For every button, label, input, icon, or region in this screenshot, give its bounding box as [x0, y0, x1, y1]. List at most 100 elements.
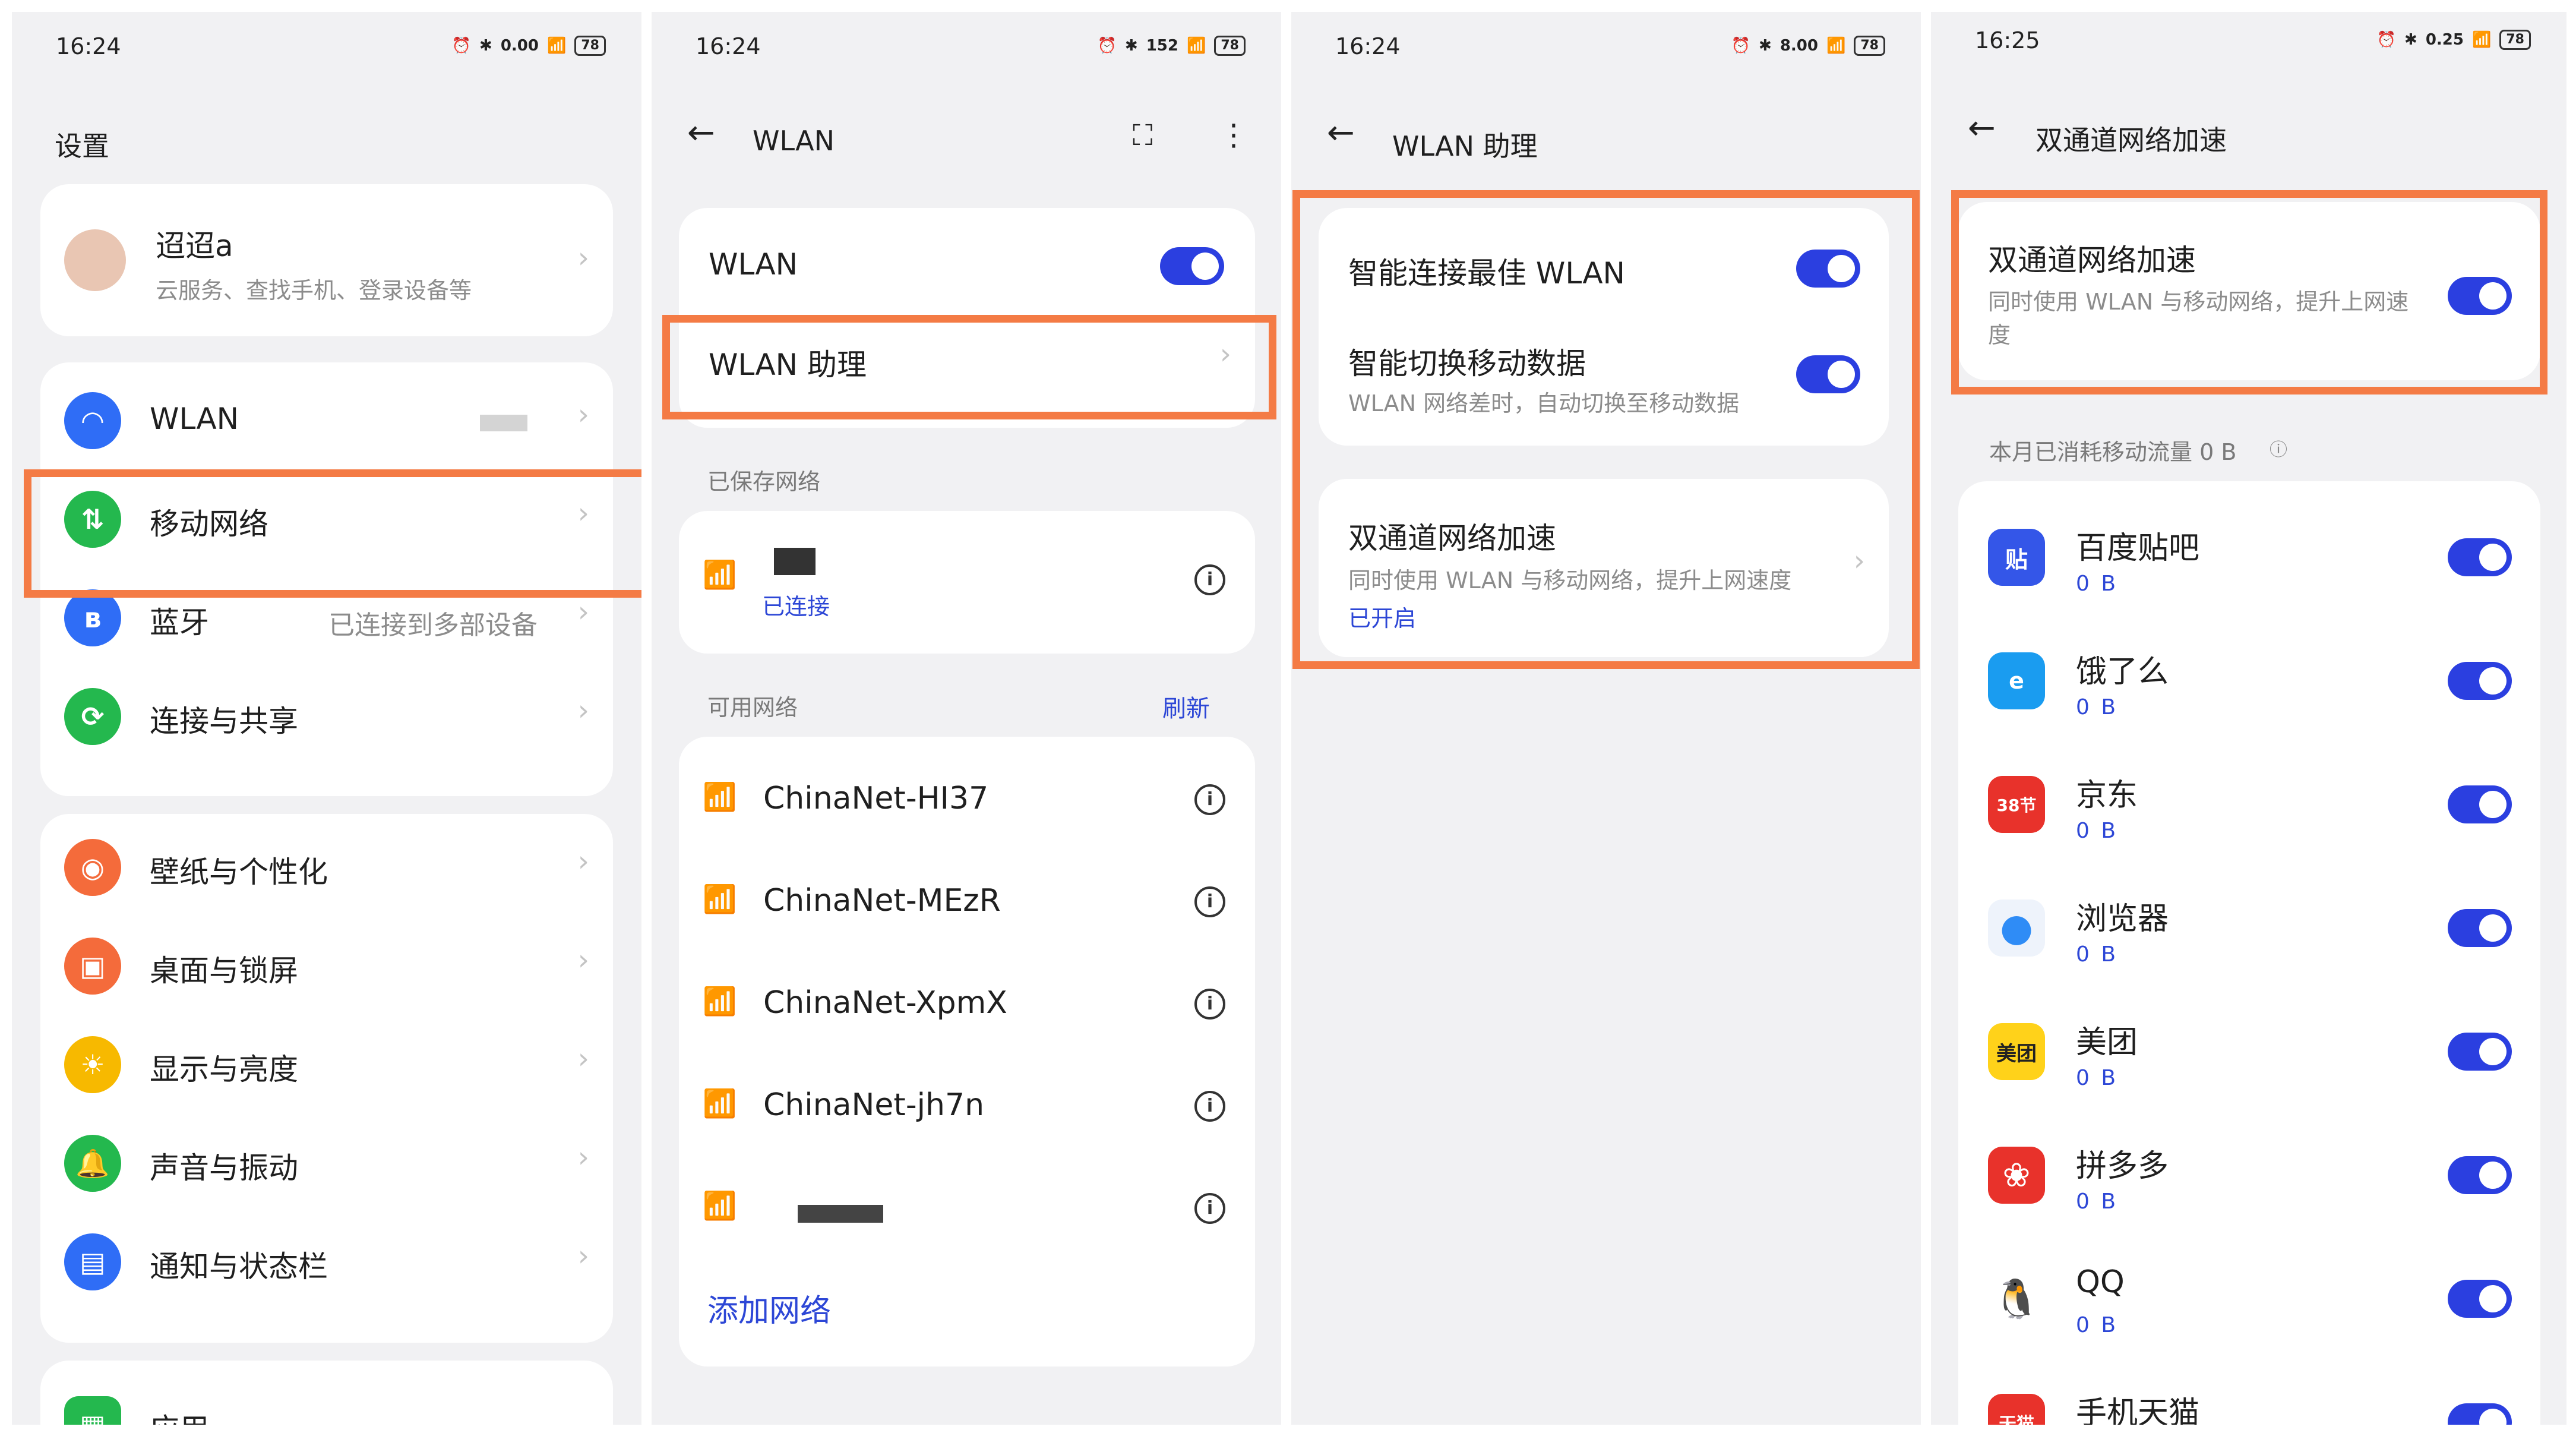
- account-sub: 云服务、查找手机、登录设备等: [156, 277, 472, 304]
- item-label: 壁纸与个性化: [150, 855, 328, 889]
- chevron-right-icon: ›: [577, 694, 589, 727]
- network-item[interactable]: 📶 i: [679, 1169, 1255, 1246]
- item-label: 应用: [150, 1406, 209, 1425]
- settings-item-connection-sharing[interactable]: ⟳ 连接与共享 ›: [40, 676, 613, 759]
- palette-icon: ◉: [64, 839, 121, 896]
- info-icon[interactable]: i: [1194, 1193, 1225, 1224]
- dual-channel-screen: 16:25 ⏰ ✱ 0.25 📶 78 ← 双通道网络加速 双通道网络加速 同时…: [1931, 12, 2566, 1425]
- settings-item-notification[interactable]: ▤ 通知与状态栏 ›: [40, 1222, 613, 1305]
- info-icon[interactable]: i: [1194, 886, 1225, 917]
- status-icons: ⏰ ✱ 0.25 📶 78: [2377, 30, 2531, 50]
- app-item: e 饿了么 0 B: [1958, 629, 2540, 736]
- highlight-mobile-network: [24, 469, 641, 598]
- speed-readout: 8.00: [1780, 37, 1818, 55]
- app-item: 天猫 手机天猫: [1958, 1370, 2540, 1425]
- alarm-icon: ⏰: [1731, 37, 1751, 55]
- saved-network-card[interactable]: 📶 已连接 i: [679, 511, 1255, 654]
- app-usage: 0 B: [2076, 572, 2119, 596]
- alarm-icon: ⏰: [1097, 37, 1117, 55]
- wifi-signal-icon: 📶: [703, 781, 737, 813]
- personalization-group-card: ◉ 壁纸与个性化 › ▣ 桌面与锁屏 › ☀ 显示与亮度 › 🔔 声音与振动 ›…: [40, 814, 613, 1343]
- status-time: 16:24: [56, 33, 121, 59]
- avatar: [64, 229, 126, 291]
- settings-item-wlan[interactable]: ◠ WLAN ›: [40, 380, 613, 463]
- qq-app-icon: 🐧: [1988, 1270, 2045, 1327]
- app-toggle[interactable]: [2448, 785, 2512, 823]
- bell-icon: 🔔: [64, 1135, 121, 1192]
- chevron-right-icon: ›: [577, 241, 589, 274]
- status-time: 16:25: [1975, 27, 2040, 53]
- back-arrow-icon[interactable]: ←: [687, 116, 715, 150]
- item-label: 蓝牙: [150, 605, 209, 640]
- wifi-status-icon: 📶: [547, 37, 567, 55]
- settings-item-apps[interactable]: ▦ 应用: [40, 1384, 613, 1425]
- app-name: 拼多多: [2076, 1148, 2169, 1184]
- battery-icon: 78: [1214, 36, 1246, 56]
- info-icon[interactable]: i: [1194, 1091, 1225, 1122]
- status-time: 16:24: [696, 33, 761, 59]
- bluetooth-status-icon: ✱: [1124, 37, 1138, 55]
- app-toggle[interactable]: [2448, 1156, 2512, 1194]
- wlan-assistant-screen: 16:24 ⏰ ✱ 8.00 📶 78 ← WLAN 助理 智能连接最佳 WLA…: [1291, 12, 1921, 1425]
- network-name: ChinaNet-jh7n: [763, 1087, 985, 1123]
- redacted-network: [480, 415, 527, 431]
- app-toggle[interactable]: [2448, 1280, 2512, 1318]
- app-toggle[interactable]: [2448, 1403, 2512, 1425]
- wifi-status-icon: 📶: [1826, 37, 1846, 55]
- highlight-assistant-options: [1292, 190, 1920, 669]
- item-label: 连接与共享: [150, 704, 298, 738]
- network-item[interactable]: 📶 ChinaNet-jh7n i: [679, 1067, 1255, 1144]
- app-name: 浏览器: [2076, 901, 2169, 937]
- network-item[interactable]: 📶 ChinaNet-XpmX i: [679, 965, 1255, 1042]
- account-card[interactable]: 迢迢a 云服务、查找手机、登录设备等 ›: [40, 184, 613, 336]
- wifi-status-icon: 📶: [1187, 37, 1206, 55]
- app-toggle[interactable]: [2448, 909, 2512, 947]
- wifi-signal-icon: 📶: [703, 1189, 737, 1222]
- network-item[interactable]: 📶 ChinaNet-MEzR i: [679, 863, 1255, 940]
- wifi-signal-icon: 📶: [703, 985, 737, 1017]
- app-item: ● 浏览器 0 B: [1958, 876, 2540, 983]
- scan-qr-icon[interactable]: ⛶: [1133, 119, 1153, 153]
- status-icons: ⏰ ✱ 8.00 📶 78: [1731, 36, 1885, 56]
- back-arrow-icon[interactable]: ←: [1968, 112, 1996, 145]
- item-label: 桌面与锁屏: [150, 954, 298, 988]
- info-icon[interactable]: i: [1194, 784, 1225, 815]
- page-title: WLAN 助理: [1392, 130, 1538, 162]
- page-title: 设置: [55, 130, 109, 162]
- more-menu-icon[interactable]: ⋮: [1219, 118, 1249, 152]
- bluetooth-status-icon: ✱: [1759, 37, 1772, 55]
- info-icon[interactable]: i: [1194, 564, 1225, 595]
- app-toggle[interactable]: [2448, 1033, 2512, 1071]
- wifi-signal-icon: 📶: [703, 558, 737, 591]
- app-item: ❀ 拼多多 0 B: [1958, 1123, 2540, 1230]
- meituan-app-icon: 美团: [1988, 1023, 2045, 1080]
- jd-app-icon: 38节: [1988, 776, 2045, 833]
- settings-item-display[interactable]: ☀ 显示与亮度 ›: [40, 1024, 613, 1107]
- redacted-ssid: [774, 548, 816, 575]
- chevron-right-icon: ›: [577, 845, 589, 878]
- eleme-app-icon: e: [1988, 652, 2045, 709]
- app-name: 百度贴吧: [2076, 531, 2200, 566]
- redacted-ssid: [798, 1205, 883, 1223]
- settings-item-sound[interactable]: 🔔 声音与振动 ›: [40, 1123, 613, 1206]
- app-toggle[interactable]: [2448, 662, 2512, 700]
- alarm-icon: ⏰: [451, 37, 472, 55]
- refresh-button[interactable]: 刷新: [1162, 689, 1210, 724]
- info-small-icon[interactable]: ⓘ: [2270, 435, 2287, 461]
- settings-item-wallpaper[interactable]: ◉ 壁纸与个性化 ›: [40, 827, 613, 910]
- chevron-right-icon: ›: [577, 1239, 589, 1273]
- settings-item-desktop-lock[interactable]: ▣ 桌面与锁屏 ›: [40, 926, 613, 1009]
- battery-icon: 78: [1854, 36, 1885, 56]
- back-arrow-icon[interactable]: ←: [1327, 116, 1355, 150]
- status-time: 16:24: [1335, 33, 1401, 59]
- item-label: WLAN: [150, 402, 239, 436]
- add-network-button[interactable]: 添加网络: [707, 1286, 831, 1330]
- bluetooth-status-icon: ✱: [2404, 31, 2417, 49]
- app-toggle[interactable]: [2448, 538, 2512, 576]
- wlan-toggle-label: WLAN: [709, 247, 798, 282]
- wlan-toggle[interactable]: [1160, 247, 1224, 285]
- network-item[interactable]: 📶 ChinaNet-HI37 i: [679, 760, 1255, 838]
- item-value: 已连接到多部设备: [328, 610, 538, 640]
- info-icon[interactable]: i: [1194, 989, 1225, 1020]
- app-list-card: 贴 百度贴吧 0 B e 饿了么 0 B 38节 京东 0 B ● 浏览器 0 …: [1958, 481, 2540, 1425]
